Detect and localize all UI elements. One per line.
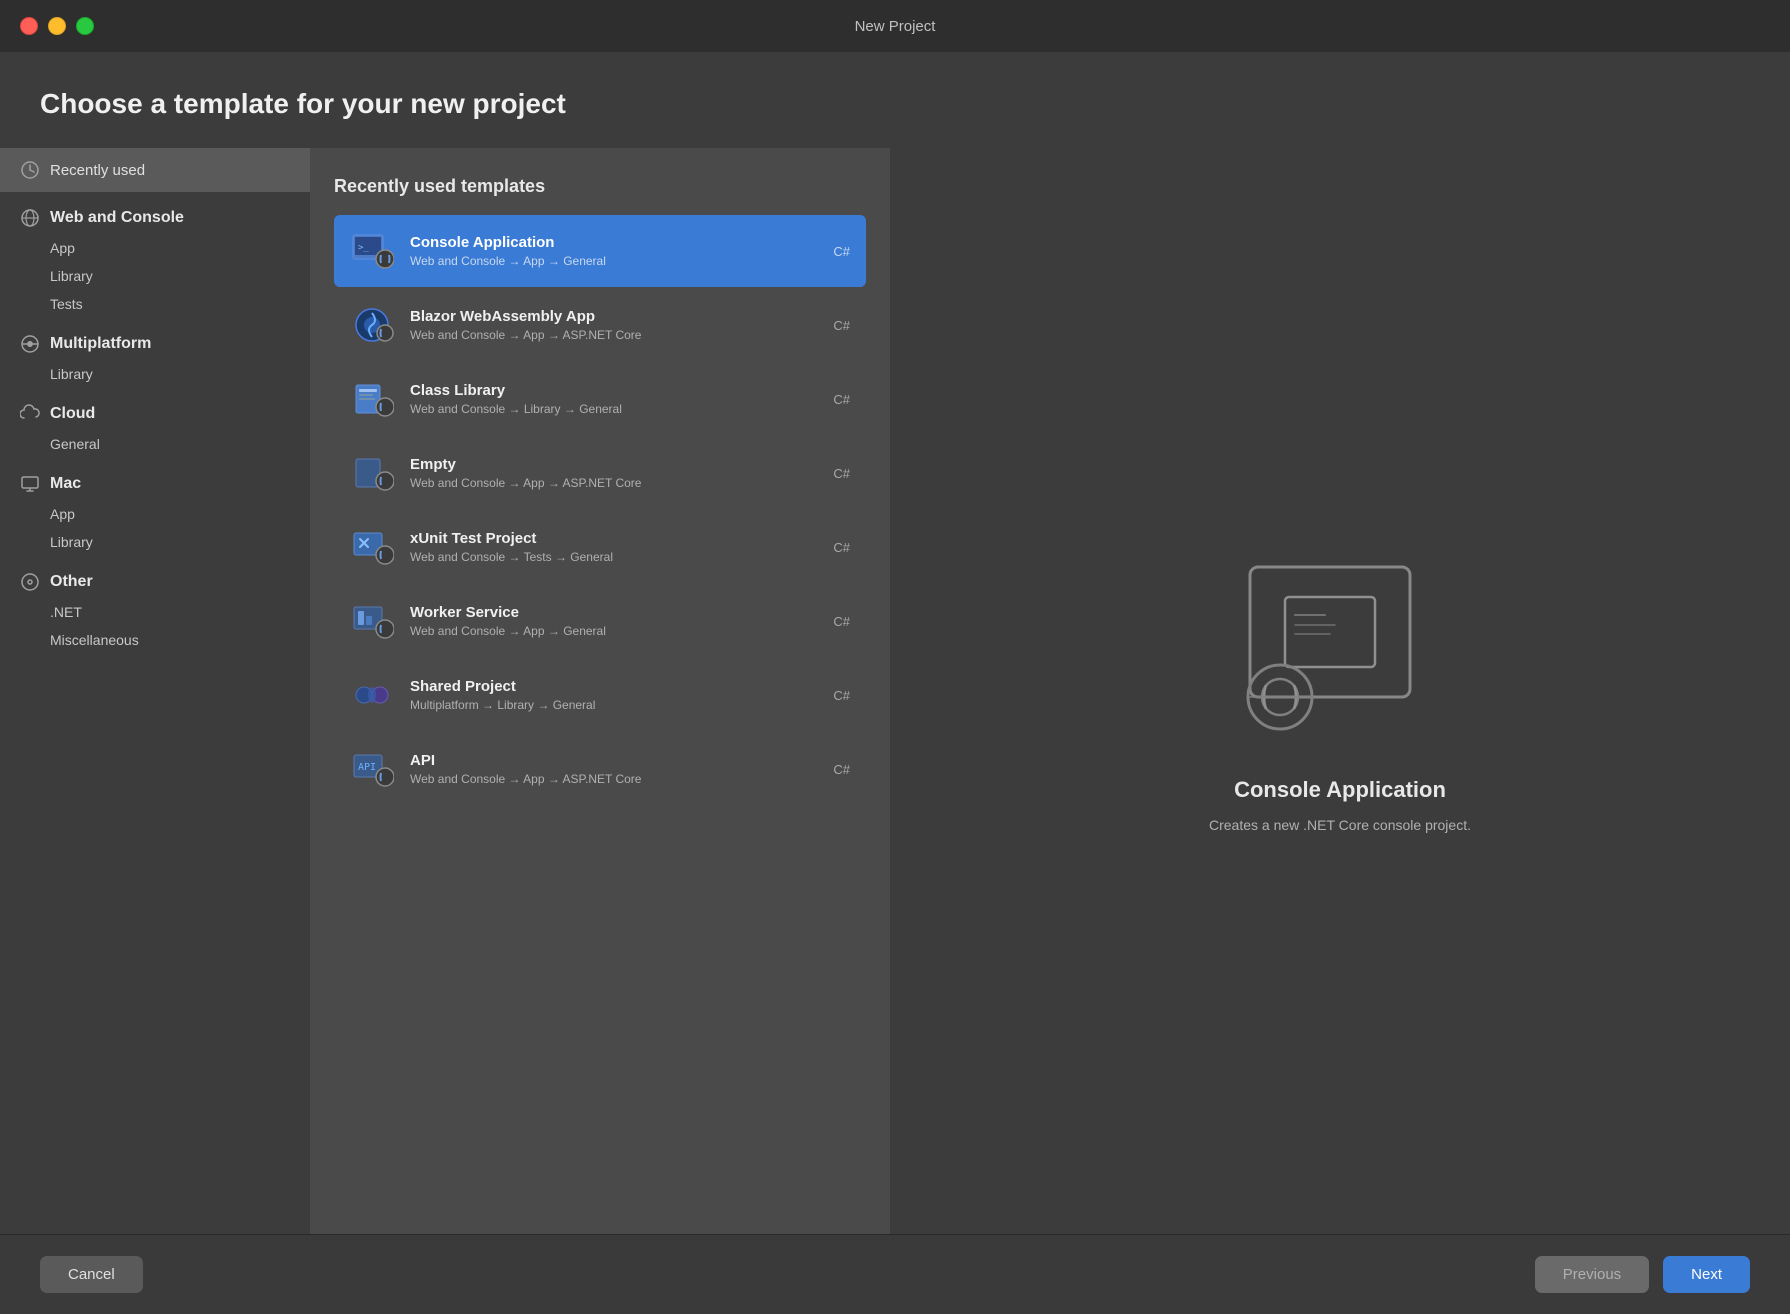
sidebar-child-web-library[interactable]: Library bbox=[0, 262, 310, 290]
sidebar-child-multi-library[interactable]: Library bbox=[0, 360, 310, 388]
template-path-blazor: Web and Console → App → ASP.NET Core bbox=[410, 328, 817, 342]
template-path-console-app: Web and Console → App → General bbox=[410, 254, 817, 268]
maximize-button[interactable] bbox=[76, 17, 94, 35]
sidebar-label-other: Other bbox=[50, 573, 93, 591]
template-info-shared: Shared Project Multiplatform → Library →… bbox=[410, 678, 817, 712]
cloud-icon bbox=[20, 404, 40, 424]
template-name-blazor: Blazor WebAssembly App bbox=[410, 308, 817, 325]
sidebar-category-other[interactable]: Other bbox=[0, 556, 310, 598]
page-title: Choose a template for your new project bbox=[0, 52, 1790, 148]
template-item-blazor[interactable]: Blazor WebAssembly App Web and Console →… bbox=[334, 289, 866, 361]
console-app-icon: >_ bbox=[350, 229, 394, 273]
xunit-icon bbox=[350, 525, 394, 569]
previous-button[interactable]: Previous bbox=[1535, 1256, 1649, 1293]
template-path-api: Web and Console → App → ASP.NET Core bbox=[410, 772, 817, 786]
sidebar-category-web-console[interactable]: Web and Console bbox=[0, 192, 310, 234]
template-info-class-library: Class Library Web and Console → Library … bbox=[410, 382, 817, 416]
sidebar-child-cloud-general[interactable]: General bbox=[0, 430, 310, 458]
template-lang-worker: C# bbox=[833, 614, 850, 629]
sidebar: Recently used Web and Console App Librar… bbox=[0, 148, 310, 1234]
template-item-console-app[interactable]: >_ Console Application Web and Console →… bbox=[334, 215, 866, 287]
bottom-bar: Cancel Previous Next bbox=[0, 1234, 1790, 1314]
sidebar-label-cloud: Cloud bbox=[50, 405, 95, 423]
svg-text:>_: >_ bbox=[358, 243, 369, 253]
template-lang-console-app: C# bbox=[833, 244, 850, 259]
window-title: New Project bbox=[855, 18, 936, 35]
sidebar-label-recently-used: Recently used bbox=[50, 162, 145, 179]
template-name-worker: Worker Service bbox=[410, 604, 817, 621]
worker-icon bbox=[350, 599, 394, 643]
template-info-worker: Worker Service Web and Console → App → G… bbox=[410, 604, 817, 638]
globe-icon bbox=[20, 208, 40, 228]
minimize-button[interactable] bbox=[48, 17, 66, 35]
empty-icon bbox=[350, 451, 394, 495]
template-name-class-library: Class Library bbox=[410, 382, 817, 399]
multiplatform-icon bbox=[20, 334, 40, 354]
template-path-xunit: Web and Console → Tests → General bbox=[410, 550, 817, 564]
template-item-xunit[interactable]: xUnit Test Project Web and Console → Tes… bbox=[334, 511, 866, 583]
template-info-xunit: xUnit Test Project Web and Console → Tes… bbox=[410, 530, 817, 564]
preview-description: Creates a new .NET Core console project. bbox=[1209, 815, 1471, 836]
template-lang-api: C# bbox=[833, 762, 850, 777]
sidebar-child-web-tests[interactable]: Tests bbox=[0, 290, 310, 318]
template-item-api[interactable]: API API Web and Console → App → ASP.NET … bbox=[334, 733, 866, 805]
title-bar: New Project bbox=[0, 0, 1790, 52]
sidebar-label-multiplatform: Multiplatform bbox=[50, 335, 151, 353]
sidebar-label-web-console: Web and Console bbox=[50, 209, 184, 227]
template-name-empty: Empty bbox=[410, 456, 817, 473]
blazor-icon bbox=[350, 303, 394, 347]
preview-illustration bbox=[1230, 547, 1450, 747]
sidebar-item-recently-used[interactable]: Recently used bbox=[0, 148, 310, 192]
close-button[interactable] bbox=[20, 17, 38, 35]
template-lang-blazor: C# bbox=[833, 318, 850, 333]
template-path-shared: Multiplatform → Library → General bbox=[410, 698, 817, 712]
sidebar-child-other-net[interactable]: .NET bbox=[0, 598, 310, 626]
other-icon bbox=[20, 572, 40, 592]
preview-title: Console Application bbox=[1234, 777, 1446, 803]
navigation-buttons: Previous Next bbox=[1535, 1256, 1750, 1293]
sidebar-child-web-app[interactable]: App bbox=[0, 234, 310, 262]
template-name-xunit: xUnit Test Project bbox=[410, 530, 817, 547]
template-item-empty[interactable]: Empty Web and Console → App → ASP.NET Co… bbox=[334, 437, 866, 509]
template-name-shared: Shared Project bbox=[410, 678, 817, 695]
clock-icon bbox=[20, 160, 40, 180]
template-path-class-library: Web and Console → Library → General bbox=[410, 402, 817, 416]
preview-panel: Console Application Creates a new .NET C… bbox=[890, 148, 1790, 1234]
template-info-console-app: Console Application Web and Console → Ap… bbox=[410, 234, 817, 268]
sidebar-child-other-misc[interactable]: Miscellaneous bbox=[0, 626, 310, 654]
next-button[interactable]: Next bbox=[1663, 1256, 1750, 1293]
template-item-shared[interactable]: Shared Project Multiplatform → Library →… bbox=[334, 659, 866, 731]
template-path-worker: Web and Console → App → General bbox=[410, 624, 817, 638]
template-path-empty: Web and Console → App → ASP.NET Core bbox=[410, 476, 817, 490]
window-controls bbox=[20, 17, 94, 35]
sidebar-category-cloud[interactable]: Cloud bbox=[0, 388, 310, 430]
sidebar-label-mac: Mac bbox=[50, 475, 81, 493]
template-item-class-library[interactable]: Class Library Web and Console → Library … bbox=[334, 363, 866, 435]
api-icon: API bbox=[350, 747, 394, 791]
template-info-blazor: Blazor WebAssembly App Web and Console →… bbox=[410, 308, 817, 342]
svg-text:API: API bbox=[358, 762, 376, 773]
cancel-button[interactable]: Cancel bbox=[40, 1256, 143, 1293]
sidebar-child-mac-app[interactable]: App bbox=[0, 500, 310, 528]
sidebar-category-multiplatform[interactable]: Multiplatform bbox=[0, 318, 310, 360]
template-item-worker[interactable]: Worker Service Web and Console → App → G… bbox=[334, 585, 866, 657]
template-name-console-app: Console Application bbox=[410, 234, 817, 251]
monitor-icon bbox=[20, 474, 40, 494]
template-list-panel: Recently used templates >_ Console Appli… bbox=[310, 148, 890, 1234]
template-lang-class-library: C# bbox=[833, 392, 850, 407]
shared-icon bbox=[350, 673, 394, 717]
template-name-api: API bbox=[410, 752, 817, 769]
template-info-empty: Empty Web and Console → App → ASP.NET Co… bbox=[410, 456, 817, 490]
class-library-icon bbox=[350, 377, 394, 421]
template-panel-title: Recently used templates bbox=[334, 176, 866, 197]
content-area: Recently used Web and Console App Librar… bbox=[0, 148, 1790, 1234]
template-lang-empty: C# bbox=[833, 466, 850, 481]
sidebar-category-mac[interactable]: Mac bbox=[0, 458, 310, 500]
template-lang-shared: C# bbox=[833, 688, 850, 703]
template-lang-xunit: C# bbox=[833, 540, 850, 555]
template-info-api: API Web and Console → App → ASP.NET Core bbox=[410, 752, 817, 786]
sidebar-child-mac-library[interactable]: Library bbox=[0, 528, 310, 556]
